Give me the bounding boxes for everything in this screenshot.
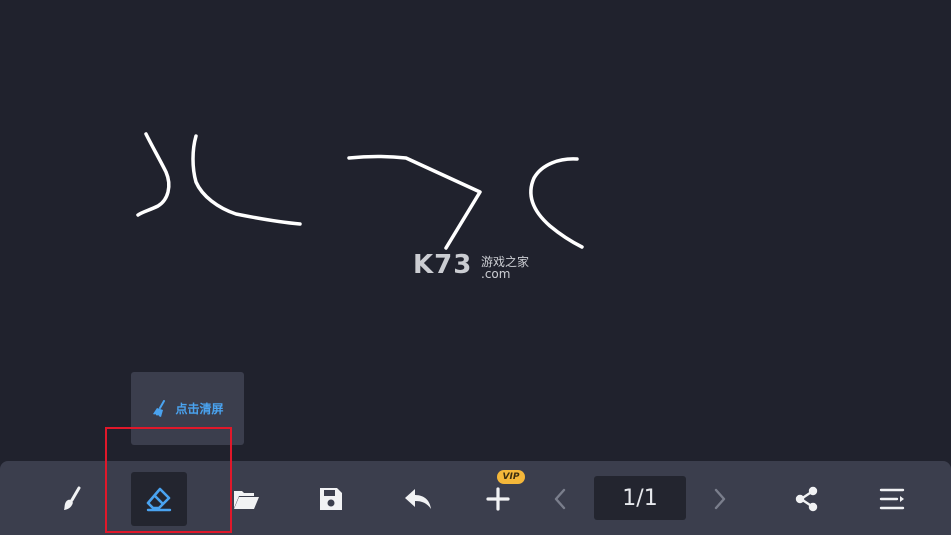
open-folder-tool[interactable] — [218, 472, 274, 526]
clear-screen-button[interactable]: 点击清屏 — [131, 372, 244, 445]
page-indicator: 1/1 — [594, 476, 686, 520]
brush-tool[interactable] — [44, 472, 100, 526]
watermark: K73 游戏之家 .com — [413, 250, 543, 284]
bottom-toolbar: VIP 1/1 — [0, 461, 951, 535]
undo-tool[interactable] — [390, 472, 446, 526]
watermark-brand: K73 — [413, 250, 473, 280]
eraser-icon — [146, 487, 172, 512]
plus-icon — [486, 487, 510, 511]
chevron-left-icon — [554, 488, 566, 510]
share-icon — [795, 486, 818, 512]
clear-screen-label: 点击清屏 — [175, 402, 224, 416]
prev-page-button[interactable] — [532, 472, 588, 526]
share-tool[interactable] — [779, 472, 835, 526]
stroke-3 — [347, 154, 482, 250]
brush-icon — [64, 486, 81, 510]
menu-icon — [879, 488, 905, 510]
stroke-4 — [529, 157, 584, 249]
next-page-button[interactable] — [692, 472, 748, 526]
chevron-right-icon — [714, 488, 726, 510]
menu-tool[interactable] — [865, 472, 921, 526]
save-icon — [320, 488, 342, 510]
stroke-2 — [191, 134, 302, 226]
undo-icon — [405, 489, 431, 509]
broom-icon — [153, 399, 166, 418]
stroke-1 — [136, 132, 171, 217]
folder-open-icon — [234, 491, 259, 509]
save-tool[interactable] — [303, 472, 359, 526]
watermark-domain: .com — [481, 267, 511, 281]
eraser-tool[interactable] — [131, 472, 187, 526]
vip-badge: VIP — [497, 470, 525, 484]
